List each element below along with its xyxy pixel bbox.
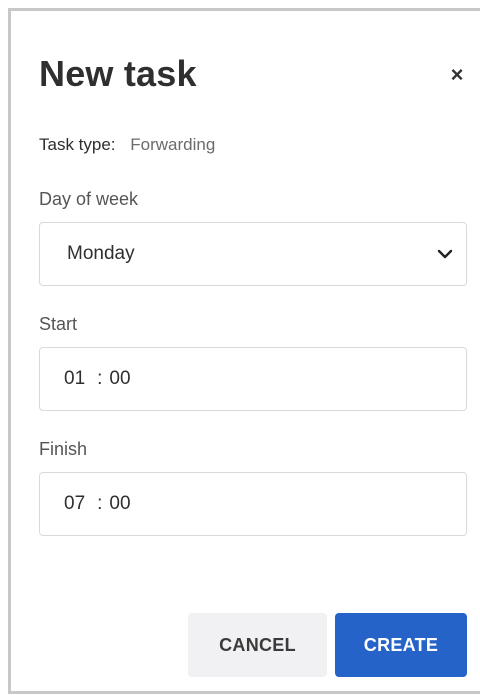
dialog-title: New task (39, 53, 197, 94)
chevron-down-icon (437, 249, 453, 259)
task-type-row: Task type: Forwarding (39, 135, 215, 155)
start-time-value: 01 : 00 (60, 368, 135, 390)
finish-minutes[interactable]: 00 (105, 493, 134, 515)
start-label: Start (39, 314, 78, 334)
start-time-input[interactable]: 01 : 00 (39, 347, 467, 411)
new-task-dialog: New task × Task type: Forwarding Day of … (8, 8, 480, 694)
finish-time-input[interactable]: 07 : 00 (39, 472, 467, 536)
finish-hours[interactable]: 07 (60, 493, 89, 515)
finish-time-value: 07 : 00 (60, 493, 135, 515)
start-separator: : (97, 368, 103, 389)
cancel-button[interactable]: CANCEL (188, 613, 327, 677)
day-of-week-label: Day of week (39, 189, 139, 209)
start-minutes[interactable]: 00 (105, 368, 134, 390)
day-of-week-selected: Monday (67, 243, 135, 264)
task-type-label: Task type: (39, 135, 116, 154)
finish-separator: : (97, 493, 103, 514)
create-button[interactable]: CREATE (335, 613, 467, 677)
start-hours[interactable]: 01 (60, 368, 89, 390)
day-of-week-select[interactable]: Monday (39, 222, 467, 286)
close-icon[interactable]: × (445, 63, 469, 87)
finish-label: Finish (39, 439, 88, 459)
task-type-value: Forwarding (130, 135, 216, 154)
